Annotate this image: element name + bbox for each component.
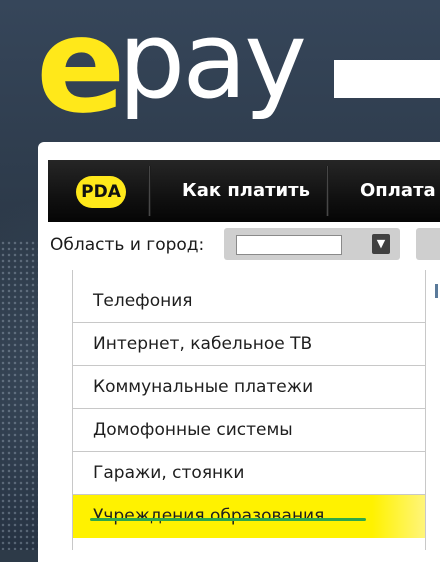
category-item-garages[interactable]: Гаражи, стоянки xyxy=(73,452,425,495)
nav-separator xyxy=(148,166,151,216)
category-item-utilities[interactable]: Коммунальные платежи xyxy=(73,366,425,409)
nav-item-pda[interactable]: PDA xyxy=(76,176,126,208)
region-label: Область и город: xyxy=(50,235,205,255)
region-input[interactable] xyxy=(236,235,342,255)
logo-pay-text: pay xyxy=(118,0,307,122)
nav-separator xyxy=(326,166,329,216)
category-item-internet-tv[interactable]: Интернет, кабельное ТВ xyxy=(73,323,425,366)
chevron-down-icon[interactable]: ▼ xyxy=(372,234,390,254)
logo-e-letter: e xyxy=(36,0,126,143)
category-item-telephony[interactable]: Телефония xyxy=(73,280,425,323)
category-list: Телефония Интернет, кабельное ТВ Коммуна… xyxy=(72,270,426,550)
highlight-underline xyxy=(90,518,366,521)
secondary-select[interactable] xyxy=(416,228,440,260)
header-search-bar[interactable] xyxy=(334,60,440,98)
nav-item-how-to-pay[interactable]: Как платить xyxy=(182,178,310,204)
category-item-education[interactable]: Учреждения образования xyxy=(73,495,425,538)
nav-item-payment[interactable]: Оплата у xyxy=(360,178,440,204)
category-item-intercom[interactable]: Домофонные системы xyxy=(73,409,425,452)
scroll-marker xyxy=(435,284,438,298)
